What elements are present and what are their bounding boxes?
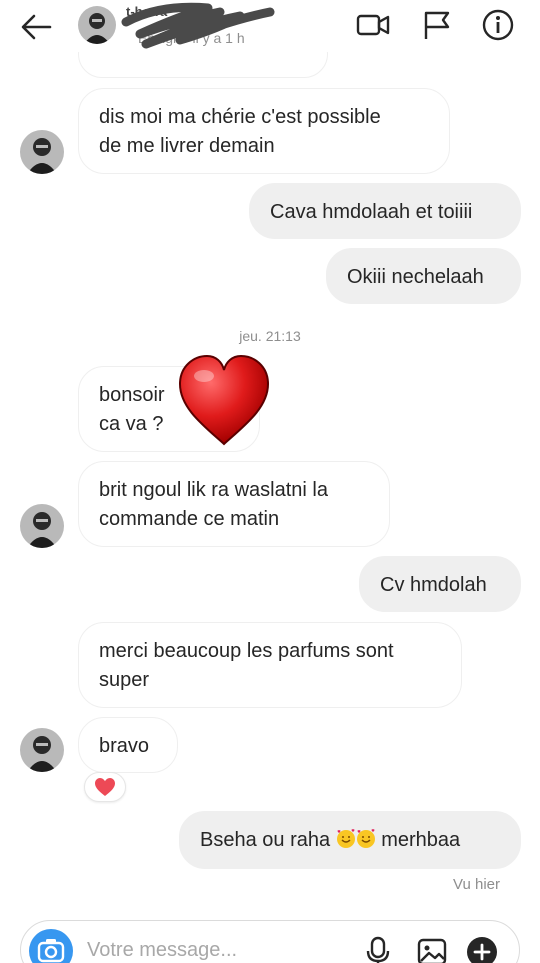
sender-avatar[interactable] <box>20 130 64 174</box>
smiling-face-with-hearts-icon <box>336 829 355 848</box>
message-bubble-incoming[interactable]: dis moi ma chérie c'est possible de me l… <box>78 88 450 174</box>
message-bubble-incoming[interactable]: merci beaucoup les parfums sont super <box>78 622 462 708</box>
message-bubble-outgoing[interactable]: Bseha ou raha merhbaa <box>179 811 521 869</box>
message-text: merhbaa <box>375 829 461 851</box>
video-call-icon[interactable] <box>355 8 391 42</box>
message-composer <box>20 920 520 963</box>
seen-status: Vu hier <box>453 876 500 893</box>
sender-avatar[interactable] <box>20 728 64 772</box>
plus-circle-icon[interactable] <box>465 935 499 963</box>
message-bubble-outgoing[interactable]: Cava hmdolaah et toiiii <box>249 183 521 239</box>
gallery-icon[interactable] <box>415 935 449 963</box>
back-arrow-icon[interactable] <box>18 10 54 44</box>
info-icon[interactable] <box>480 8 516 42</box>
header-avatar[interactable] <box>78 6 116 44</box>
message-bubble-outgoing[interactable]: Okiii nechelaah <box>326 248 521 304</box>
message-bubble-incoming[interactable]: bravo <box>78 717 178 773</box>
camera-icon <box>37 939 65 963</box>
timestamp: jeu. 21:13 <box>239 328 301 344</box>
message-input[interactable] <box>87 935 347 963</box>
message-bubble-incoming[interactable]: brit ngoul lik ra waslatni la commande c… <box>78 461 390 547</box>
redaction-scribble <box>121 2 275 49</box>
message-text: Bseha ou raha <box>200 829 336 851</box>
flag-icon[interactable] <box>420 8 456 42</box>
reaction-badge[interactable] <box>84 772 126 802</box>
chat-header: t-herra En ligne il y a 1 h <box>0 0 540 52</box>
heart-icon <box>178 354 270 446</box>
heart-reaction-icon <box>95 778 115 796</box>
camera-button[interactable] <box>29 929 73 963</box>
microphone-icon[interactable] <box>361 935 395 963</box>
smiling-face-with-hearts-icon <box>356 829 375 848</box>
sender-avatar[interactable] <box>20 504 64 548</box>
message-bubble-outgoing[interactable]: Cv hmdolah <box>359 556 521 612</box>
